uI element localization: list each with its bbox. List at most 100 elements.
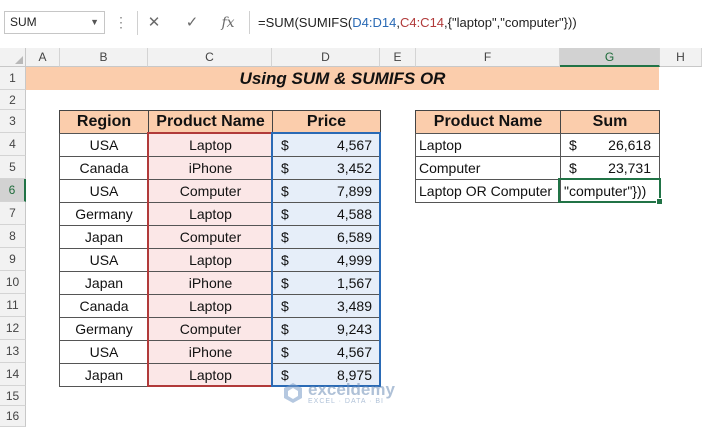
row-header-11[interactable]: 11 [0,294,26,317]
currency-symbol: $ [281,321,289,337]
row-header-14[interactable]: 14 [0,363,26,386]
product-cell[interactable]: Computer [148,179,273,203]
product-cell[interactable]: Laptop [148,248,273,272]
fill-handle[interactable] [656,198,663,205]
row-header-10[interactable]: 10 [0,271,26,294]
formula-bar-divider [137,11,138,35]
region-cell[interactable]: Germany [59,317,149,341]
column-header-e[interactable]: E [380,48,416,67]
currency-symbol: $ [569,160,577,176]
row-header-1[interactable]: 1 [0,67,26,90]
formula-prefix: =SUM(SUMIFS( [258,15,353,30]
row-header-4[interactable]: 4 [0,133,26,156]
sum-value: 23,731 [608,160,651,176]
price-cell[interactable]: $1,567 [272,271,381,295]
region-cell[interactable]: Japan [59,225,149,249]
summary-sum-cell[interactable]: $23,731 [560,156,660,180]
region-cell[interactable]: USA [59,179,149,203]
product-cell[interactable]: iPhone [148,271,273,295]
product-cell[interactable]: Laptop [148,133,273,157]
product-cell[interactable]: Laptop [148,202,273,226]
name-box[interactable]: SUM ▼ [4,11,105,34]
column-header-b[interactable]: B [60,48,148,67]
price-cell[interactable]: $4,567 [272,340,381,364]
select-all-corner[interactable] [0,48,26,67]
row-header-6[interactable]: 6 [0,179,26,202]
header-product-name[interactable]: Product Name [148,110,273,134]
currency-symbol: $ [281,160,289,176]
column-header-f[interactable]: F [416,48,560,67]
column-header-c[interactable]: C [148,48,272,67]
formula-ref-price: D4:D14 [352,15,397,30]
price-value: 4,999 [336,252,372,268]
price-cell[interactable]: $4,588 [272,202,381,226]
summary-header-sum[interactable]: Sum [560,110,660,134]
active-cell-selection [558,178,661,203]
product-cell[interactable]: Computer [148,317,273,341]
cancel-icon[interactable]: ✕ [142,12,166,34]
summary-header-product[interactable]: Product Name [415,110,561,134]
enter-icon[interactable]: ✓ [180,12,204,34]
header-price[interactable]: Price [272,110,381,134]
product-cell[interactable]: Laptop [148,294,273,318]
price-cell[interactable]: $4,999 [272,248,381,272]
price-cell[interactable]: $6,589 [272,225,381,249]
price-cell[interactable]: $4,567 [272,133,381,157]
row-header-7[interactable]: 7 [0,202,26,225]
region-cell[interactable]: Canada [59,156,149,180]
row-header-8[interactable]: 8 [0,225,26,248]
watermark-tagline: EXCEL · DATA · BI [308,398,384,405]
currency-symbol: $ [281,298,289,314]
header-region[interactable]: Region [59,110,149,134]
price-value: 9,243 [336,321,372,337]
column-header-g[interactable]: G [560,48,660,67]
product-cell[interactable]: Laptop [148,363,273,387]
formula-input[interactable]: =SUM(SUMIFS(D4:D14,C4:C14,{"laptop","com… [249,11,702,34]
region-cell[interactable]: USA [59,340,149,364]
region-cell[interactable]: USA [59,248,149,272]
column-header-h[interactable]: H [660,48,702,67]
summary-product-cell[interactable]: Laptop OR Computer [415,179,561,203]
region-cell[interactable]: Canada [59,294,149,318]
region-cell[interactable]: Germany [59,202,149,226]
column-header-a[interactable]: A [26,48,60,67]
row-header-3[interactable]: 3 [0,110,26,133]
price-value: 7,899 [336,183,372,199]
exceldemy-logo-icon [284,383,302,403]
region-cell[interactable]: Japan [59,363,149,387]
price-cell[interactable]: $3,489 [272,294,381,318]
sheet-title[interactable]: Using SUM & SUMIFS OR [26,67,659,90]
row-header-5[interactable]: 5 [0,156,26,179]
price-cell[interactable]: $7,899 [272,179,381,203]
product-cell[interactable]: iPhone [148,340,273,364]
column-header-d[interactable]: D [272,48,380,67]
row-header-16[interactable]: 16 [0,406,26,427]
region-cell[interactable]: USA [59,133,149,157]
row-header-15[interactable]: 15 [0,386,26,406]
name-box-dropdown-icon[interactable]: ▼ [90,12,99,33]
more-options-icon[interactable]: ⋮ [114,14,128,31]
summary-sum-cell[interactable]: $26,618 [560,133,660,157]
name-box-value: SUM [10,15,37,29]
summary-product-cell[interactable]: Computer [415,156,561,180]
currency-symbol: $ [281,229,289,245]
region-cell[interactable]: Japan [59,271,149,295]
price-value: 6,589 [336,229,372,245]
price-cell[interactable]: $9,243 [272,317,381,341]
summary-product-cell[interactable]: Laptop [415,133,561,157]
watermark: exceldemy EXCEL · DATA · BI [282,381,395,405]
price-cell[interactable]: $3,452 [272,156,381,180]
product-cell[interactable]: Computer [148,225,273,249]
price-value: 4,588 [336,206,372,222]
currency-symbol: $ [281,275,289,291]
currency-symbol: $ [281,252,289,268]
row-header-2[interactable]: 2 [0,90,26,110]
row-header-13[interactable]: 13 [0,340,26,363]
currency-symbol: $ [281,344,289,360]
currency-symbol: $ [281,183,289,199]
row-header-12[interactable]: 12 [0,317,26,340]
insert-function-icon[interactable]: fx [216,12,240,34]
product-cell[interactable]: iPhone [148,156,273,180]
price-value: 1,567 [336,275,372,291]
row-header-9[interactable]: 9 [0,248,26,271]
